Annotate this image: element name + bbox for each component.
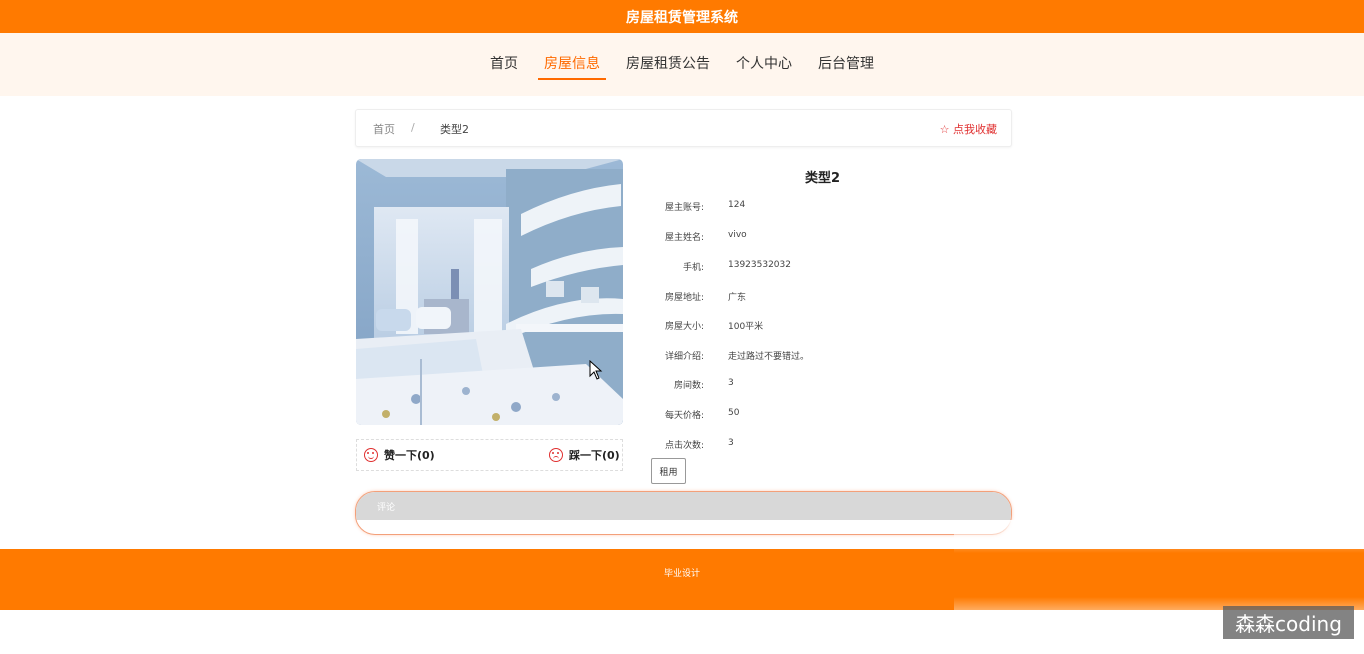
mouse-cursor-icon xyxy=(589,359,603,384)
comment-header: 评论 xyxy=(356,492,1011,520)
breadcrumb-separator: / xyxy=(411,121,415,134)
detail-value: 走过路过不要错过。 xyxy=(728,352,810,362)
detail-value: 13923532032 xyxy=(728,260,791,270)
detail-label: 房屋大小: xyxy=(664,322,704,332)
nav-item-admin[interactable]: 后台管理 xyxy=(812,49,880,80)
favorite-button[interactable]: ☆ 点我收藏 xyxy=(940,121,997,137)
breadcrumb: 首页 / 类型2 ☆ 点我收藏 xyxy=(355,109,1012,147)
detail-label: 详细介绍: xyxy=(664,352,704,362)
main-nav: 首页 房屋信息 房屋租赁公告 个人中心 后台管理 xyxy=(0,33,1364,96)
footer-text: 毕业设计 xyxy=(663,569,700,579)
house-title: 类型2 xyxy=(804,171,841,186)
dislike-button[interactable]: 踩一下(0) xyxy=(549,447,620,463)
dislike-label: 踩一下(0) xyxy=(569,449,620,462)
rent-button[interactable]: 租用 xyxy=(651,458,686,484)
detail-label: 房屋地址: xyxy=(664,293,704,303)
detail-value: 124 xyxy=(728,200,746,210)
detail-label: 点击次数: xyxy=(664,441,704,451)
frown-icon xyxy=(549,448,563,462)
detail-value: vivo xyxy=(728,230,747,240)
nav-item-home[interactable]: 首页 xyxy=(484,49,524,80)
footer: 毕业设计 xyxy=(0,549,1364,610)
comment-label: 评论 xyxy=(377,503,396,513)
detail-label: 房间数: xyxy=(673,381,704,391)
smile-icon xyxy=(364,448,378,462)
detail-value: 3 xyxy=(728,378,734,388)
app-title: 房屋租赁管理系统 xyxy=(626,9,738,26)
detail-value: 100平米 xyxy=(728,322,764,332)
detail-label: 屋主账号: xyxy=(664,203,704,213)
detail-label: 屋主姓名: xyxy=(664,233,704,243)
detail-value: 广东 xyxy=(728,293,747,303)
comment-panel: 评论 xyxy=(355,491,1012,535)
detail-label: 每天价格: xyxy=(664,411,704,421)
breadcrumb-home-link[interactable]: 首页 xyxy=(373,121,395,137)
nav-item-personal-center[interactable]: 个人中心 xyxy=(730,49,798,80)
app-header: 房屋租赁管理系统 xyxy=(0,0,1364,33)
watermark: 森森coding xyxy=(1223,606,1354,639)
like-button[interactable]: 赞一下(0) xyxy=(364,447,435,463)
breadcrumb-current: 类型2 xyxy=(440,123,469,136)
like-label: 赞一下(0) xyxy=(384,449,435,462)
vote-bar: 赞一下(0) 踩一下(0) xyxy=(356,439,623,471)
detail-label: 手机: xyxy=(682,263,704,273)
detail-value: 50 xyxy=(728,408,740,418)
house-photo xyxy=(356,159,623,425)
nav-item-house-info[interactable]: 房屋信息 xyxy=(538,49,606,80)
detail-value: 3 xyxy=(728,438,734,448)
nav-item-rental-notice[interactable]: 房屋租赁公告 xyxy=(620,49,716,80)
